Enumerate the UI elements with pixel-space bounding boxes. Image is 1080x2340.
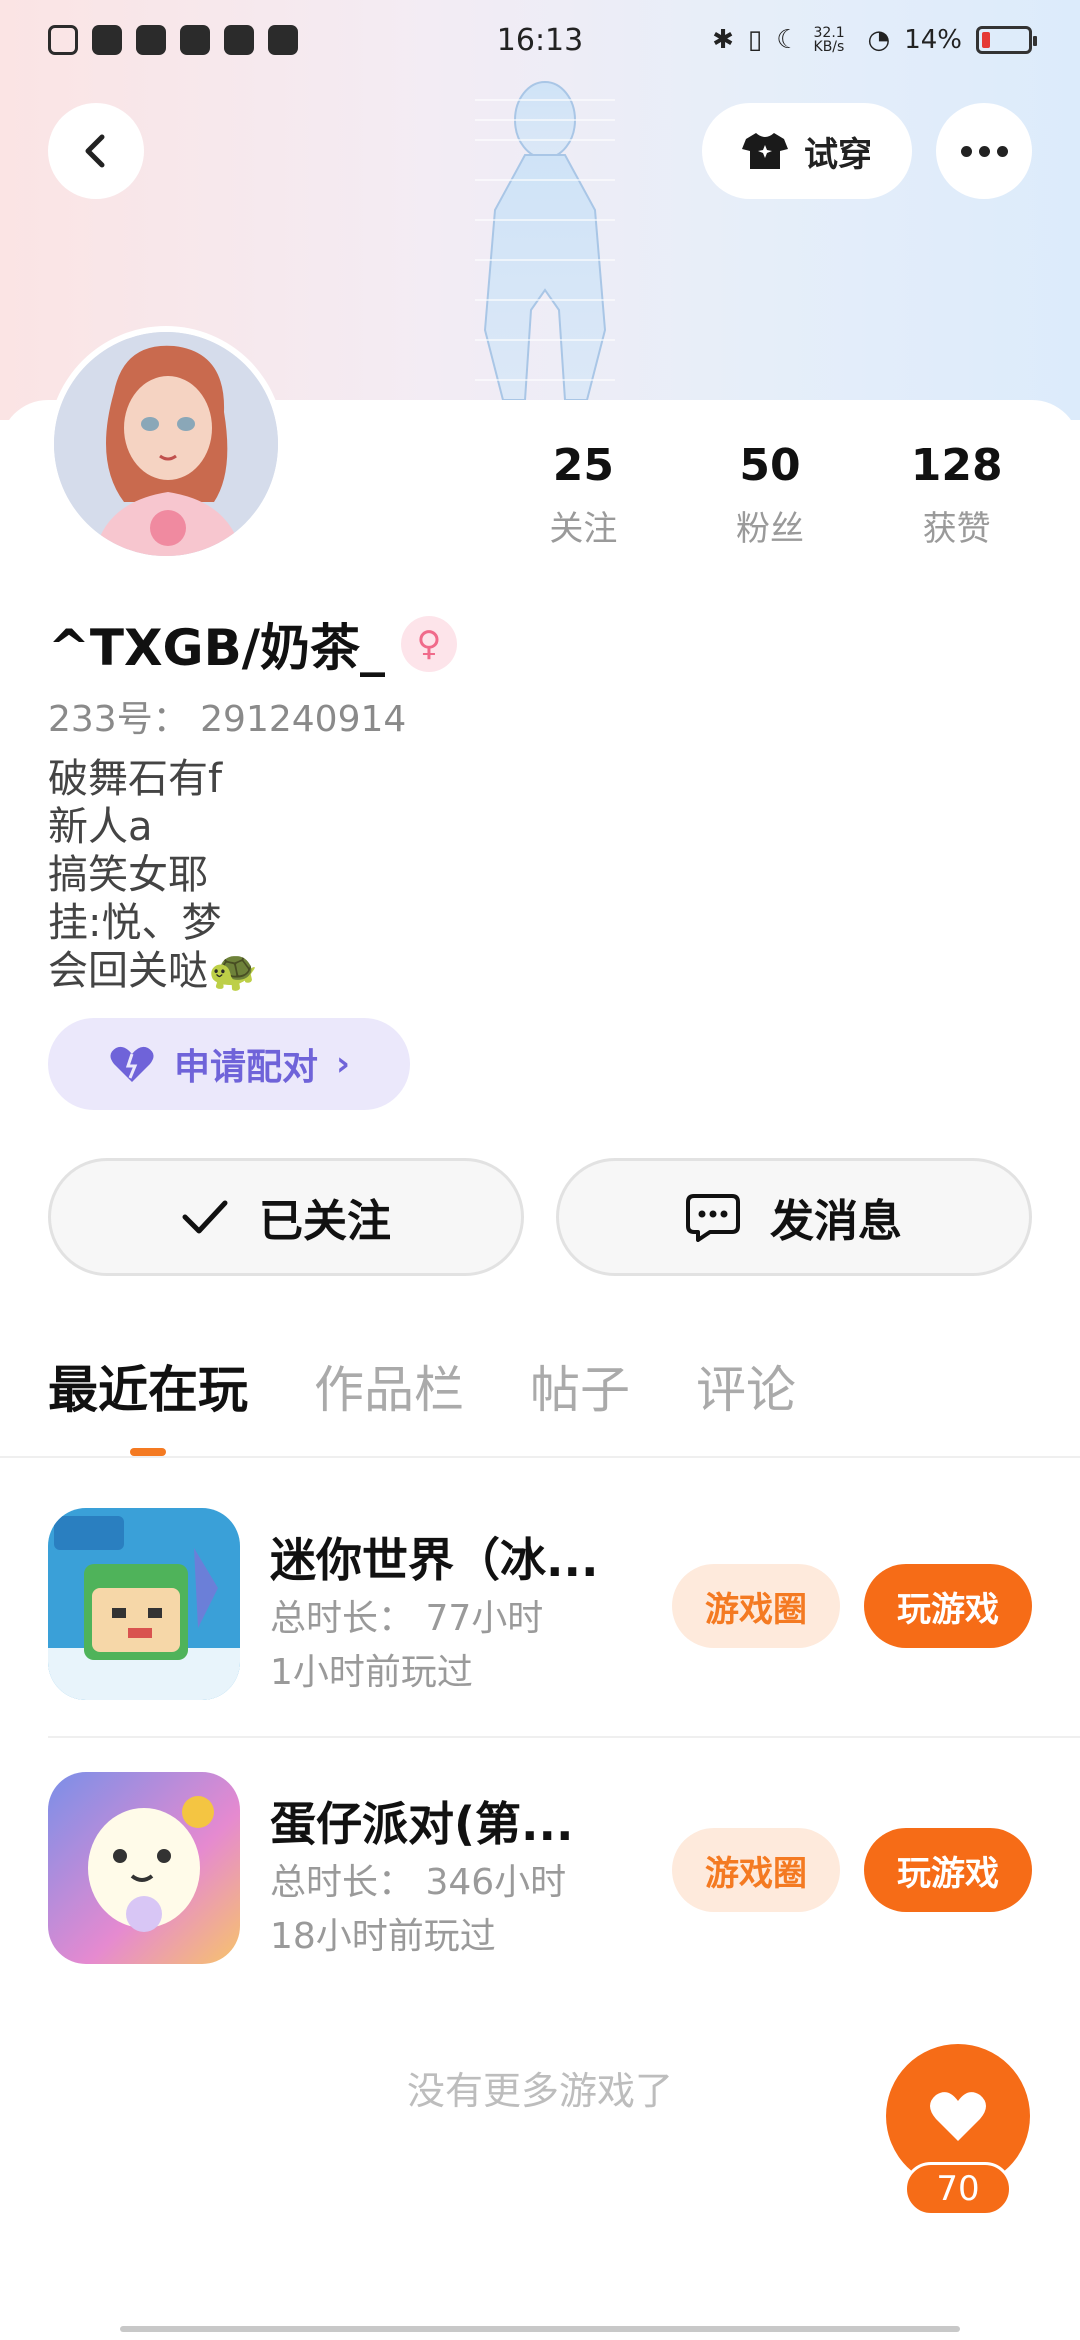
chevron-left-icon	[85, 134, 105, 168]
tab-posts[interactable]: 帖子	[530, 1350, 630, 1456]
stat-value: 25	[552, 440, 614, 491]
bio-line: 搞笑女耶	[48, 852, 208, 898]
stat-label: 粉丝	[736, 509, 804, 549]
game-title: 蛋仔派对(第...	[270, 1797, 574, 1851]
bio-line: 会回关哒🐢	[48, 948, 258, 994]
game-icon-eggy-party	[48, 1772, 240, 1964]
play-game-button[interactable]: 玩游戏	[864, 1828, 1032, 1912]
heart-icon	[930, 2092, 986, 2141]
game-duration: 总时长： 346小时	[270, 1862, 567, 1903]
pair-label: 申请配对	[173, 1047, 318, 1088]
username: ^TXGB/奶茶_	[48, 619, 385, 677]
home-indicator[interactable]	[120, 2326, 960, 2332]
try-on-button[interactable]: 试穿	[702, 103, 912, 199]
tshirt-icon	[742, 133, 788, 169]
bio-line: 新人a	[48, 804, 153, 850]
user-id[interactable]: 233号： 291240914	[48, 690, 406, 742]
stat-followers[interactable]: 50 粉丝	[677, 440, 864, 550]
heart-pair-icon	[110, 1046, 154, 1082]
tab-comments[interactable]: 评论	[696, 1350, 796, 1456]
message-label: 发消息	[770, 1196, 902, 1247]
game-duration: 总时长： 77小时	[270, 1598, 544, 1639]
game-icon-mini-world	[48, 1508, 240, 1700]
game-circle-button[interactable]: 游戏圈	[672, 1828, 840, 1912]
back-button[interactable]	[48, 103, 144, 199]
ellipsis-dot	[978, 145, 990, 157]
chat-bubble-icon	[686, 1194, 740, 1242]
game-meta: 总时长： 346小时 18小时前玩过	[270, 1856, 566, 1964]
try-on-label: 试穿	[804, 134, 872, 175]
like-count: 70	[904, 2162, 1012, 2216]
divider	[48, 1736, 1080, 1738]
check-icon	[182, 1200, 228, 1234]
request-pair-button[interactable]: 申请配对 ›	[48, 1018, 410, 1110]
clock: 16:13	[496, 22, 584, 58]
game-item[interactable]: 蛋仔派对(第... 总时长： 346小时 18小时前玩过 游戏圈 玩游戏	[48, 1772, 1080, 1972]
game-meta: 总时长： 77小时 1小时前玩过	[270, 1592, 543, 1700]
game-last-played: 1小时前玩过	[270, 1652, 473, 1693]
followed-button[interactable]: 已关注	[48, 1158, 524, 1276]
stat-value: 50	[739, 440, 801, 491]
divider	[0, 1456, 1080, 1458]
stat-value: 128	[910, 440, 1003, 491]
send-message-button[interactable]: 发消息	[556, 1158, 1032, 1276]
stat-following[interactable]: 25 关注	[490, 440, 677, 550]
stat-label: 关注	[549, 509, 618, 549]
tab-recently-played[interactable]: 最近在玩	[48, 1350, 248, 1456]
game-item[interactable]: 迷你世界（冰... 总时长： 77小时 1小时前玩过 游戏圈 玩游戏	[48, 1508, 1080, 1708]
game-title: 迷你世界（冰...	[270, 1533, 599, 1587]
stats-row: 25 关注 50 粉丝 128 获赞	[490, 440, 1050, 550]
bio: 破舞石有f 新人a 搞笑女耶 挂:悦、梦 会回关哒🐢	[48, 755, 258, 995]
profile-tabs: 最近在玩 作品栏 帖子 评论	[48, 1350, 796, 1456]
avatar-figure-hologram	[475, 81, 615, 400]
bio-line: 挂:悦、梦	[48, 900, 222, 946]
game-last-played: 18小时前玩过	[270, 1916, 496, 1957]
stat-likes[interactable]: 128 获赞	[863, 440, 1050, 550]
status-bar: 16:13 ✱ ▯ ☾ 32.1 KB/s ◔ 14%	[0, 0, 1080, 80]
bio-line: 破舞石有f	[48, 756, 223, 802]
female-icon: ♀	[400, 616, 457, 672]
chevron-right-icon: ›	[336, 1044, 351, 1084]
play-game-button[interactable]: 玩游戏	[864, 1564, 1032, 1648]
ellipsis-dot	[996, 145, 1008, 157]
game-circle-button[interactable]: 游戏圈	[672, 1564, 840, 1648]
avatar-image	[54, 332, 278, 556]
username-row: ^TXGB/奶茶_ ♀	[48, 608, 457, 680]
avatar[interactable]	[48, 326, 284, 562]
battery-icon	[976, 26, 1037, 54]
more-options-button[interactable]	[936, 103, 1032, 199]
followed-label: 已关注	[259, 1196, 391, 1247]
ellipsis-icon	[960, 145, 972, 157]
tab-works[interactable]: 作品栏	[314, 1350, 464, 1456]
stat-label: 获赞	[922, 509, 991, 549]
